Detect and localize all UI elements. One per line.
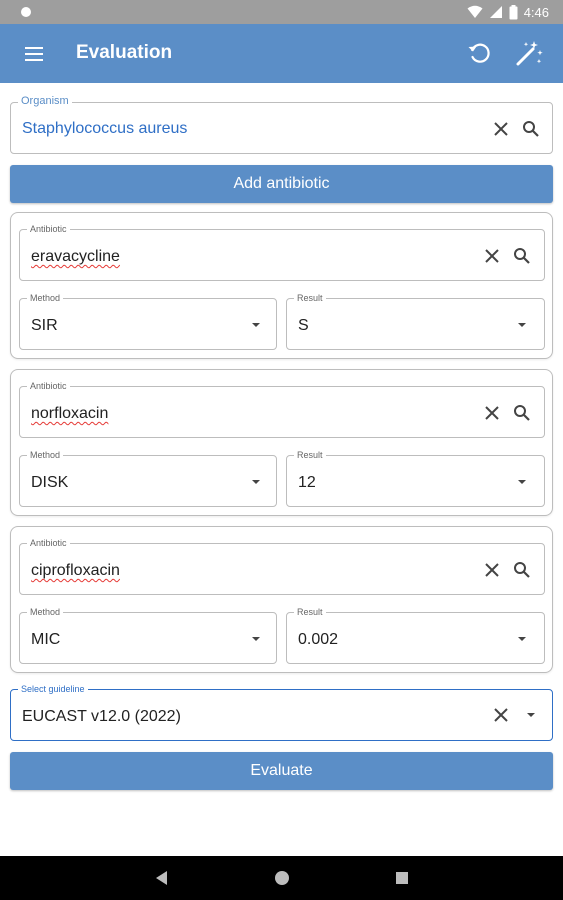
method-select[interactable]: Method DISK <box>19 449 277 507</box>
organism-field[interactable]: Organism Staphylococcus aureus <box>10 95 553 154</box>
dropdown-arrow-icon[interactable] <box>516 478 528 486</box>
antibiotic-field[interactable]: Antibiotic ciprofloxacin <box>19 537 545 595</box>
add-antibiotic-button[interactable]: Add antibiotic <box>10 165 553 203</box>
result-select[interactable]: Result 12 <box>286 449 545 507</box>
magic-wand-icon[interactable] <box>514 38 544 68</box>
wifi-icon <box>467 5 483 18</box>
method-label: Method <box>27 606 64 618</box>
recent-apps-icon[interactable] <box>396 872 408 884</box>
search-icon[interactable] <box>513 404 531 422</box>
antibiotic-value[interactable]: eravacycline <box>31 247 120 267</box>
result-label: Result <box>294 449 326 461</box>
evaluate-button[interactable]: Evaluate <box>10 752 553 790</box>
navigation-bar <box>0 856 563 900</box>
battery-icon <box>509 4 518 19</box>
dropdown-arrow-icon[interactable] <box>250 478 262 486</box>
menu-icon[interactable] <box>16 41 52 67</box>
cell-signal-icon <box>489 6 502 18</box>
result-select[interactable]: Result S <box>286 292 545 350</box>
dropdown-arrow-icon[interactable] <box>516 635 528 643</box>
clear-icon[interactable] <box>483 247 501 265</box>
result-label: Result <box>294 292 326 304</box>
antibiotic-field[interactable]: Antibiotic norfloxacin <box>19 380 545 438</box>
method-label: Method <box>27 292 64 304</box>
method-label: Method <box>27 449 64 461</box>
dropdown-arrow-icon[interactable] <box>250 321 262 329</box>
result-label: Result <box>294 606 326 618</box>
back-icon[interactable] <box>155 870 169 886</box>
guideline-label: Select guideline <box>18 683 88 695</box>
organism-label: Organism <box>18 95 72 107</box>
antibiotic-label: Antibiotic <box>27 537 70 549</box>
antibiotic-card: Antibiotic ciprofloxacin Method MIC Resu… <box>10 526 553 673</box>
dropdown-arrow-icon[interactable] <box>516 321 528 329</box>
clear-icon[interactable] <box>483 404 501 422</box>
home-icon[interactable] <box>275 871 289 885</box>
method-select[interactable]: Method MIC <box>19 606 277 664</box>
page-title: Evaluation <box>76 42 173 63</box>
antibiotic-label: Antibiotic <box>27 380 70 392</box>
result-value: 12 <box>298 474 316 491</box>
dropdown-arrow-icon[interactable] <box>525 711 537 719</box>
guideline-value: EUCAST v12.0 (2022) <box>22 708 181 725</box>
antibiotic-card: Antibiotic eravacycline Method SIR Resul… <box>10 212 553 359</box>
organism-value[interactable]: Staphylococcus aureus <box>22 119 187 139</box>
antibiotic-card: Antibiotic norfloxacin Method DISK Resul… <box>10 369 553 516</box>
antibiotic-label: Antibiotic <box>27 223 70 235</box>
reset-icon[interactable] <box>466 39 494 67</box>
notification-icon <box>21 7 31 17</box>
antibiotic-value[interactable]: norfloxacin <box>31 404 108 424</box>
antibiotic-field[interactable]: Antibiotic eravacycline <box>19 223 545 281</box>
method-value: DISK <box>31 474 69 491</box>
method-value: SIR <box>31 317 58 334</box>
app-bar: Evaluation <box>0 24 563 83</box>
search-icon[interactable] <box>522 120 540 138</box>
guideline-select[interactable]: Select guideline EUCAST v12.0 (2022) <box>10 683 553 741</box>
clear-icon[interactable] <box>492 120 510 138</box>
antibiotic-value[interactable]: ciprofloxacin <box>31 561 120 581</box>
status-icons: 4:46 <box>467 3 549 21</box>
clear-icon[interactable] <box>492 706 510 724</box>
result-select[interactable]: Result 0.002 <box>286 606 545 664</box>
search-icon[interactable] <box>513 247 531 265</box>
status-bar: 4:46 <box>0 0 563 24</box>
status-time: 4:46 <box>523 4 549 20</box>
clear-icon[interactable] <box>483 561 501 579</box>
result-value: 0.002 <box>298 631 339 648</box>
search-icon[interactable] <box>513 561 531 579</box>
method-select[interactable]: Method SIR <box>19 292 277 350</box>
result-value: S <box>298 317 309 334</box>
method-value: MIC <box>31 631 61 648</box>
dropdown-arrow-icon[interactable] <box>250 635 262 643</box>
